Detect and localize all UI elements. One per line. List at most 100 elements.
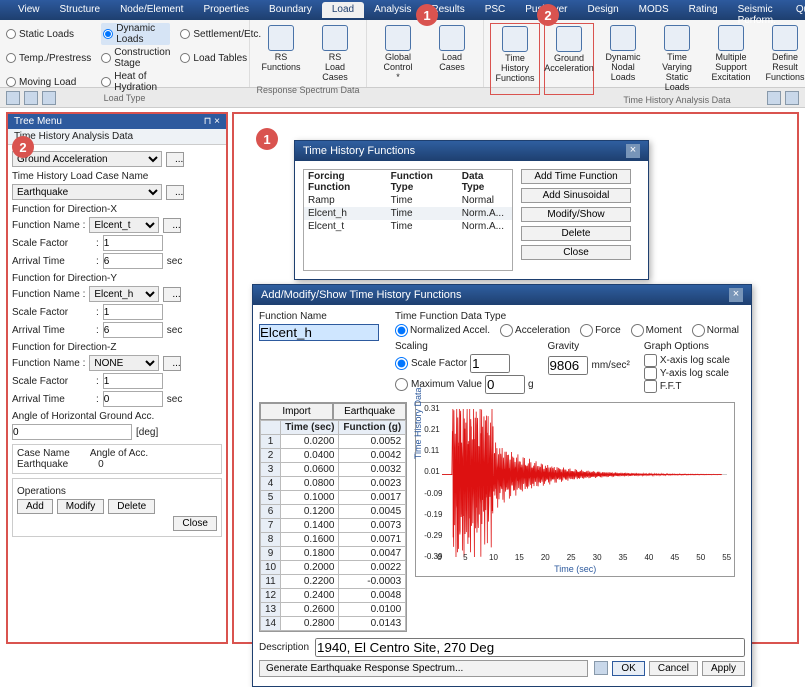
max-value-input[interactable] xyxy=(485,375,525,394)
apply-button[interactable]: Apply xyxy=(702,661,745,676)
ribbon-button[interactable]: DynamicNodalLoads xyxy=(598,23,648,95)
fn-select[interactable]: Elcent_t xyxy=(89,217,159,233)
desc-input[interactable] xyxy=(315,638,745,657)
table-row[interactable]: 40.08000.0023 xyxy=(261,477,406,491)
ribbon-button[interactable]: TimeVaryingStaticLoads xyxy=(652,23,702,95)
ribbon-button[interactable]: DefineResultFunctions xyxy=(760,23,805,95)
cancel-button[interactable]: Cancel xyxy=(649,661,698,676)
ellipsis-button[interactable]: ... xyxy=(163,356,181,371)
list-row[interactable]: Elcent_hTimeNorm.A... xyxy=(304,207,512,220)
ribbon-button[interactable]: RSLoadCases xyxy=(310,23,360,85)
ellipsis-button[interactable]: ... xyxy=(163,218,181,233)
delete-button[interactable]: Delete xyxy=(108,499,155,514)
load-type-radio[interactable]: Temp./Prestress xyxy=(6,47,91,69)
graph-opt-check[interactable]: X-axis log scale xyxy=(644,354,730,367)
type-radio[interactable]: Moment xyxy=(631,324,682,337)
ribbon-button[interactable]: TimeHistoryFunctions xyxy=(490,23,540,95)
load-type-radio[interactable]: Heat of Hydration xyxy=(101,71,170,93)
tree-tab[interactable]: Time History Analysis Data xyxy=(8,129,226,145)
scale-factor-input[interactable] xyxy=(103,235,163,251)
type-radio[interactable]: Normalized Accel. xyxy=(395,324,490,337)
add-button[interactable]: Add xyxy=(17,499,53,514)
ok-button[interactable]: OK xyxy=(612,661,644,676)
ribbon-button[interactable]: GlobalControl* xyxy=(373,23,423,85)
earthquake-button[interactable]: Earthquake xyxy=(333,403,406,420)
ribbon-button[interactable]: LoadCases xyxy=(427,23,477,85)
delete-button[interactable]: Delete xyxy=(521,226,631,241)
menu-item[interactable]: Seismic Perform. xyxy=(728,2,786,18)
pin-icon[interactable]: ⊓ × xyxy=(204,116,220,127)
ribbon-button[interactable]: GroundAcceleration xyxy=(544,23,594,95)
graph-opt-check[interactable]: F.F.T xyxy=(644,380,730,393)
ribbon-button[interactable]: RSFunctions xyxy=(256,23,306,85)
table-row[interactable]: 90.18000.0047 xyxy=(261,547,406,561)
menu-item[interactable]: View xyxy=(8,2,50,18)
type-radio[interactable]: Acceleration xyxy=(500,324,570,337)
close-icon[interactable]: × xyxy=(626,144,640,158)
menu-item[interactable]: PSC xyxy=(475,2,516,18)
close-icon[interactable]: × xyxy=(729,288,743,302)
table-row[interactable]: 80.16000.0071 xyxy=(261,533,406,547)
table-row[interactable]: 50.10000.0017 xyxy=(261,491,406,505)
modify-show-button[interactable]: Modify/Show xyxy=(521,207,631,222)
menu-item[interactable]: Rating xyxy=(679,2,728,18)
arrival-input[interactable] xyxy=(103,253,163,269)
close-button[interactable]: Close xyxy=(173,516,217,531)
scale-factor-radio[interactable] xyxy=(395,357,408,370)
menu-item[interactable]: Query xyxy=(786,2,805,18)
table-row[interactable]: 140.28000.0143 xyxy=(261,617,406,631)
load-type-radio[interactable]: Dynamic Loads xyxy=(101,23,170,45)
load-case-select[interactable]: Earthquake xyxy=(12,184,162,200)
arrival-input[interactable] xyxy=(103,322,163,338)
table-row[interactable]: 100.20000.0022 xyxy=(261,561,406,575)
menu-item[interactable]: Properties xyxy=(193,2,259,18)
ellipsis-button[interactable]: ... xyxy=(163,287,181,302)
qt-icon[interactable] xyxy=(24,91,38,105)
generate-spectrum-button[interactable]: Generate Earthquake Response Spectrum... xyxy=(259,660,588,677)
scale-factor-input[interactable] xyxy=(103,373,163,389)
menu-item[interactable]: Analysis xyxy=(364,2,421,18)
arrival-input[interactable] xyxy=(103,391,163,407)
chart-icon[interactable] xyxy=(594,661,608,675)
function-list[interactable]: Forcing FunctionFunction TypeData TypeRa… xyxy=(303,169,513,271)
ellipsis-button[interactable]: ... xyxy=(166,152,184,167)
main-category-select[interactable]: Ground Acceleration xyxy=(12,151,162,167)
max-value-radio[interactable] xyxy=(395,378,408,391)
table-row[interactable]: 60.12000.0045 xyxy=(261,505,406,519)
modify-button[interactable]: Modify xyxy=(57,499,104,514)
import-button[interactable]: Import xyxy=(260,403,333,420)
scale-factor-input[interactable] xyxy=(470,354,510,373)
menu-item[interactable]: Structure xyxy=(50,2,111,18)
graph-opt-check[interactable]: Y-axis log scale xyxy=(644,367,730,380)
angle-input[interactable] xyxy=(12,424,132,440)
table-row[interactable]: 30.06000.0032 xyxy=(261,463,406,477)
ellipsis-button[interactable]: ... xyxy=(166,185,184,200)
table-row[interactable]: 20.04000.0042 xyxy=(261,449,406,463)
menu-item[interactable]: MODS xyxy=(629,2,679,18)
gravity-input[interactable] xyxy=(548,356,588,375)
add-sinusoidal-button[interactable]: Add Sinusoidal xyxy=(521,188,631,203)
table-row[interactable]: 120.24000.0048 xyxy=(261,589,406,603)
scale-factor-input[interactable] xyxy=(103,304,163,320)
add-time-function-button[interactable]: Add Time Function xyxy=(521,169,631,184)
qt-icon[interactable] xyxy=(6,91,20,105)
ribbon-button[interactable]: MultipleSupportExcitation xyxy=(706,23,756,95)
close-button[interactable]: Close xyxy=(521,245,631,260)
table-row[interactable]: 10.02000.0052 xyxy=(261,435,406,449)
qt-icon[interactable] xyxy=(42,91,56,105)
list-row[interactable]: Elcent_tTimeNorm.A... xyxy=(304,220,512,233)
menu-item[interactable]: Node/Element xyxy=(110,2,193,18)
table-row[interactable]: 70.14000.0073 xyxy=(261,519,406,533)
menu-item[interactable]: Design xyxy=(578,2,629,18)
load-type-radio[interactable]: Construction Stage xyxy=(101,47,170,69)
fn-name-input[interactable] xyxy=(259,324,379,341)
menu-item[interactable]: Boundary xyxy=(259,2,322,18)
table-row[interactable]: 110.2200-0.0003 xyxy=(261,575,406,589)
load-type-radio[interactable]: Static Loads xyxy=(6,23,91,45)
type-radio[interactable]: Normal xyxy=(692,324,739,337)
type-radio[interactable]: Force xyxy=(580,324,621,337)
list-row[interactable]: RampTimeNormal xyxy=(304,194,512,207)
fn-select[interactable]: Elcent_h xyxy=(89,286,159,302)
fn-select[interactable]: NONE xyxy=(89,355,159,371)
table-row[interactable]: 130.26000.0100 xyxy=(261,603,406,617)
